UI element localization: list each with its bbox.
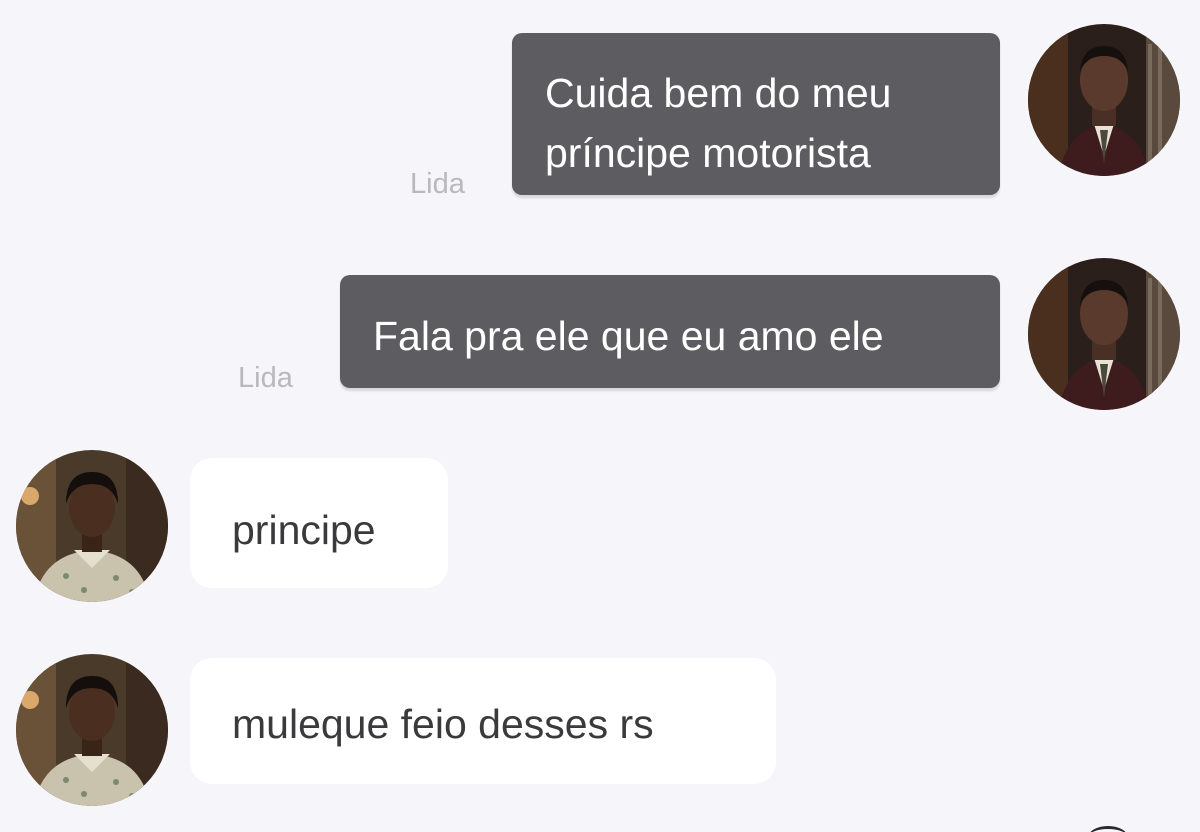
male-portrait-image — [1028, 24, 1180, 176]
female-portrait-avatar[interactable] — [16, 654, 168, 806]
outgoing-message-bubble[interactable]: Cuida bem do meu príncipe motorista — [512, 33, 1000, 195]
female-portrait-image — [16, 450, 168, 602]
read-status-label: Lida — [238, 362, 293, 394]
incoming-message-bubble[interactable]: muleque feio desses rs — [190, 658, 776, 784]
message-text-line: Cuida bem do meu — [545, 70, 892, 116]
message-text-line: principe — [232, 507, 376, 553]
read-status-label: Lida — [410, 168, 465, 200]
partial-avatar-edge — [1088, 826, 1128, 832]
chat-thread: Lida Cuida bem do meu príncipe motorista — [0, 0, 1200, 832]
male-portrait-avatar[interactable] — [1028, 258, 1180, 410]
male-portrait-image — [1028, 258, 1180, 410]
female-portrait-avatar[interactable] — [16, 450, 168, 602]
message-text-line: Fala pra ele que eu amo ele — [373, 313, 884, 359]
message-text-line: muleque feio desses rs — [232, 701, 654, 747]
message-text-line: príncipe motorista — [545, 130, 871, 176]
female-portrait-image — [16, 654, 168, 806]
male-portrait-avatar[interactable] — [1028, 24, 1180, 176]
incoming-message-bubble[interactable]: principe — [190, 458, 448, 588]
outgoing-message-bubble[interactable]: Fala pra ele que eu amo ele — [340, 275, 1000, 388]
